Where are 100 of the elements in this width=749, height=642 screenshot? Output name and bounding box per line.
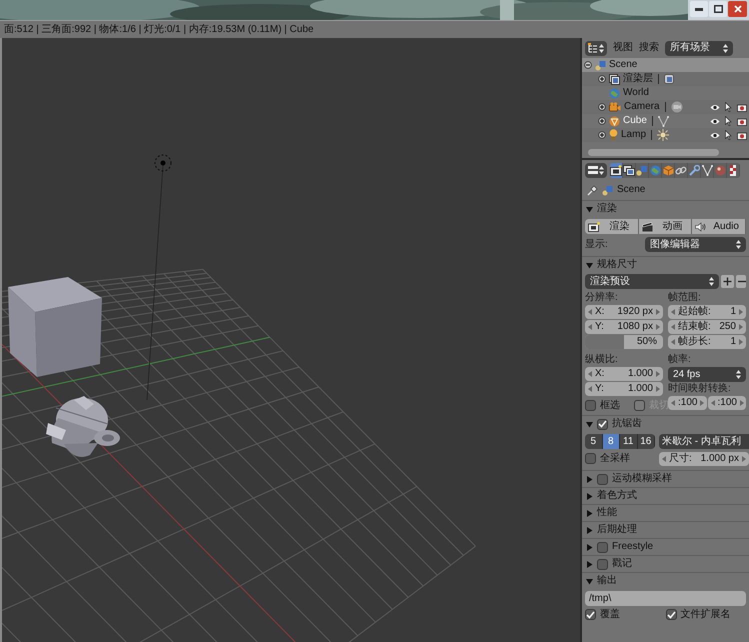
- number-field[interactable]: 起始帧: 1: [668, 305, 746, 319]
- sample-count-button[interactable]: 11: [620, 434, 638, 449]
- right-arrow-icon: [656, 386, 660, 392]
- vertex-triangle-icon: [702, 164, 712, 176]
- context-tab[interactable]: [701, 162, 714, 178]
- close-icon: [734, 5, 742, 13]
- number-field[interactable]: Y: 1.000: [585, 382, 663, 396]
- number-field[interactable]: 结束帧: 250: [668, 320, 746, 334]
- close-button[interactable]: [728, 1, 747, 17]
- cube-icon: [662, 164, 674, 176]
- sample-count-button[interactable]: 5: [585, 434, 602, 449]
- editor-type-button[interactable]: [585, 162, 607, 178]
- menu-item[interactable]: 视图: [613, 43, 633, 53]
- path-field[interactable]: /tmp\: [585, 591, 746, 606]
- expand-toggle-icon[interactable]: [598, 75, 606, 83]
- number-field[interactable]: :100: [668, 396, 706, 410]
- left-arrow-icon: [710, 400, 714, 406]
- checkbox[interactable]: [585, 609, 596, 620]
- preset-dropdown[interactable]: 渲染预设: [585, 274, 719, 289]
- up-down-arrows-icon: [599, 44, 604, 52]
- scene-icon: [602, 184, 613, 196]
- panel-header[interactable]: Freestyle: [582, 538, 749, 555]
- filter-dropdown[interactable]: 米歇尔 - 内卓瓦利: [659, 434, 749, 449]
- up-down-arrows-icon: [709, 277, 714, 286]
- number-field[interactable]: X: 1.000: [585, 367, 663, 381]
- breadcrumb: Scene: [617, 185, 646, 195]
- maximize-button[interactable]: [709, 1, 727, 17]
- eye-icon[interactable]: [710, 104, 720, 110]
- field-label: 帧率:: [668, 354, 692, 366]
- eye-icon[interactable]: [710, 132, 720, 138]
- number-field[interactable]: X: 1920 px: [585, 305, 663, 319]
- eye-icon[interactable]: [710, 118, 720, 124]
- panel-header[interactable]: 性能: [582, 504, 749, 521]
- panel-header[interactable]: 输出: [582, 572, 749, 589]
- right-arrow-icon: [739, 339, 743, 345]
- checkbox[interactable]: [585, 400, 596, 411]
- sample-count-button[interactable]: 8: [602, 434, 620, 449]
- scene-statistics: 面:512 | 三角面:992 | 物体:1/6 | 灯光:0/1 | 内存:19.53M (0.11M) | Cube: [4, 24, 314, 34]
- checkbox[interactable]: [597, 542, 608, 552]
- checkbox[interactable]: [585, 453, 596, 464]
- up-down-arrows-icon: [723, 44, 728, 52]
- horizontal-scrollbar[interactable]: [588, 149, 719, 156]
- panel-header[interactable]: 戳记: [582, 555, 749, 572]
- outliner-row[interactable]: Camera: [582, 100, 749, 114]
- render-button[interactable]: Audio: [692, 219, 746, 234]
- render-button[interactable]: 动画: [638, 219, 692, 234]
- left-arrow-icon: [588, 309, 592, 315]
- collapse-toggle-icon[interactable]: [584, 61, 592, 69]
- list-tree-icon: [588, 43, 598, 53]
- outliner-row[interactable]: Lamp: [582, 128, 749, 142]
- minimize-icon: [695, 8, 703, 10]
- checker-icon: [730, 164, 736, 176]
- number-field[interactable]: Y: 1080 px: [585, 320, 663, 334]
- minimize-button[interactable]: [690, 1, 708, 17]
- plus-icon[interactable]: [721, 275, 734, 288]
- right-arrow-icon: [656, 309, 660, 315]
- left-arrow-icon: [671, 309, 675, 315]
- panel-header[interactable]: 后期处理: [582, 521, 749, 538]
- outliner-row[interactable]: 渲染层: [582, 72, 749, 86]
- context-tab[interactable]: [610, 162, 623, 178]
- checkbox-label: 全采样: [600, 454, 630, 464]
- expand-toggle-icon[interactable]: [598, 131, 606, 139]
- display-dropdown[interactable]: 图像编辑器: [645, 237, 746, 252]
- number-field[interactable]: :100: [708, 396, 746, 410]
- context-tab[interactable]: [675, 162, 688, 178]
- checkbox[interactable]: [597, 418, 608, 430]
- panel-header[interactable]: 渲染: [582, 200, 749, 217]
- number-field[interactable]: 帧步长: 1: [668, 335, 746, 349]
- frame-rate-dropdown[interactable]: 24 fps: [668, 367, 746, 382]
- panel-header[interactable]: 抗锯齿: [582, 415, 749, 432]
- checkbox[interactable]: [666, 609, 676, 620]
- sample-count-button[interactable]: 16: [638, 434, 655, 449]
- expand-toggle-icon[interactable]: [598, 117, 606, 125]
- outliner-label: 渲染层: [623, 74, 653, 84]
- outliner-row[interactable]: Scene: [582, 58, 749, 72]
- panel-header[interactable]: 运动模糊采样: [582, 470, 749, 487]
- panel-header[interactable]: 规格尺寸: [582, 256, 749, 273]
- context-tab[interactable]: [623, 162, 636, 178]
- editor-type-button[interactable]: [585, 40, 607, 56]
- camera-icon[interactable]: [737, 130, 747, 140]
- percentage-slider[interactable]: 50%: [585, 335, 663, 349]
- context-tab[interactable]: [727, 162, 740, 178]
- pin-icon[interactable]: [587, 184, 598, 196]
- scene-filter-dropdown[interactable]: 所有场景: [665, 40, 733, 56]
- chain-link-icon: [675, 164, 687, 176]
- menu-item[interactable]: 搜索: [639, 43, 659, 53]
- minus-icon[interactable]: [736, 275, 746, 288]
- panel-header[interactable]: 着色方式: [582, 487, 749, 504]
- number-field[interactable]: 尺寸: 1.000 px: [659, 452, 749, 466]
- camera-data-icon: [670, 101, 683, 113]
- camera-icon[interactable]: [737, 102, 747, 112]
- field-label: 时间映射转换:: [668, 383, 732, 395]
- expand-toggle-icon[interactable]: [598, 103, 606, 111]
- checkbox-label: 覆盖: [600, 610, 620, 620]
- checkbox[interactable]: [597, 558, 608, 570]
- camera-icon[interactable]: [737, 116, 747, 126]
- render-button[interactable]: 渲染: [585, 219, 639, 234]
- bulb-icon: [609, 129, 618, 141]
- outliner-label: Lamp: [621, 130, 646, 140]
- checkbox[interactable]: [597, 474, 608, 484]
